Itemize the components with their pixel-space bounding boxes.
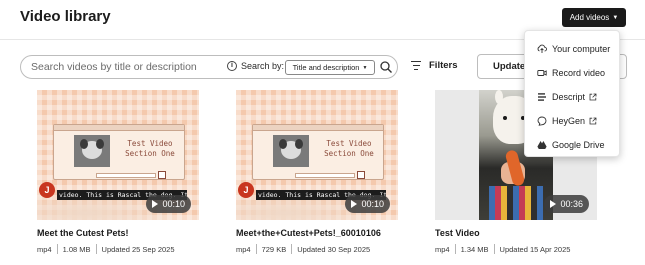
search-by: i Search by: bbox=[227, 61, 284, 71]
search-by-label: Search by: bbox=[241, 61, 285, 71]
video-meta: mp4 1.34 MB Updated 15 Apr 2025 bbox=[435, 244, 597, 254]
play-icon bbox=[152, 200, 159, 208]
video-title[interactable]: Meet the Cutest Pets! bbox=[37, 228, 199, 238]
play-icon bbox=[351, 200, 358, 208]
filter-icon bbox=[411, 61, 421, 70]
external-link-icon bbox=[589, 93, 597, 101]
external-link-icon bbox=[589, 117, 597, 125]
video-thumbnail[interactable]: Test Video Section One video. This is Ra… bbox=[236, 90, 398, 220]
search-placeholder: Search videos by title or description bbox=[31, 61, 197, 73]
search-by-value: Title and description bbox=[292, 63, 360, 72]
menu-item-label: Record video bbox=[552, 68, 606, 78]
menu-item-label: Descript bbox=[552, 92, 586, 102]
search-by-select[interactable]: Title and description ▼ bbox=[285, 60, 375, 75]
add-videos-button[interactable]: Add videos ▼ bbox=[562, 8, 626, 27]
slide-title: Test Video Section One bbox=[125, 139, 175, 158]
video-camera-icon bbox=[537, 70, 547, 76]
video-size: 729 KB bbox=[261, 244, 287, 254]
menu-item-your-computer[interactable]: Your computer bbox=[525, 37, 619, 61]
upload-icon bbox=[537, 44, 547, 53]
filters-label: Filters bbox=[429, 60, 458, 71]
dog-photo bbox=[273, 135, 309, 167]
video-format: mp4 bbox=[435, 244, 450, 254]
google-drive-icon bbox=[537, 141, 547, 149]
menu-item-label: HeyGen bbox=[552, 116, 586, 126]
slide-window: Test Video Section One bbox=[252, 124, 384, 180]
duration-badge: 00:10 bbox=[146, 195, 191, 213]
duration-label: 00:36 bbox=[560, 199, 583, 209]
duration-label: 00:10 bbox=[361, 199, 384, 209]
chevron-down-icon: ▼ bbox=[362, 64, 368, 71]
video-size: 1.34 MB bbox=[460, 244, 489, 254]
video-meta: mp4 729 KB Updated 30 Sep 2025 bbox=[236, 244, 398, 254]
play-icon bbox=[550, 200, 557, 208]
slide-title: Test Video Section One bbox=[324, 139, 374, 158]
info-icon[interactable]: i bbox=[227, 61, 237, 71]
video-title[interactable]: Meet+the+Cutest+Pets!_60010106 bbox=[236, 228, 398, 238]
video-updated: Updated 25 Sep 2025 bbox=[101, 244, 175, 254]
menu-item-label: Your computer bbox=[552, 44, 611, 54]
video-size: 1.08 MB bbox=[62, 244, 91, 254]
chevron-down-icon: ▼ bbox=[612, 14, 619, 21]
video-updated: Updated 30 Sep 2025 bbox=[297, 244, 371, 254]
page-title: Video library bbox=[20, 8, 111, 25]
menu-item-label: Google Drive bbox=[552, 140, 605, 150]
video-title[interactable]: Test Video bbox=[435, 228, 597, 238]
duration-badge: 00:36 bbox=[544, 195, 589, 213]
video-thumbnail[interactable]: Test Video Section One video. This is Ra… bbox=[37, 90, 199, 220]
menu-item-google-drive[interactable]: Google Drive bbox=[525, 133, 619, 157]
search-icon[interactable] bbox=[379, 60, 393, 74]
avatar: J bbox=[238, 182, 254, 198]
heygen-icon bbox=[537, 116, 547, 126]
video-card[interactable]: Test Video Section One video. This is Ra… bbox=[37, 90, 199, 254]
slide-window: Test Video Section One bbox=[53, 124, 185, 180]
dog-photo bbox=[74, 135, 110, 167]
video-updated: Updated 15 Apr 2025 bbox=[499, 244, 571, 254]
search-input[interactable]: Search videos by title or description i … bbox=[20, 55, 398, 79]
video-meta: mp4 1.08 MB Updated 25 Sep 2025 bbox=[37, 244, 199, 254]
video-card[interactable]: Test Video Section One video. This is Ra… bbox=[236, 90, 398, 254]
avatar: J bbox=[39, 182, 55, 198]
menu-item-heygen[interactable]: HeyGen bbox=[525, 109, 619, 133]
video-format: mp4 bbox=[37, 244, 52, 254]
duration-label: 00:10 bbox=[162, 199, 185, 209]
descript-icon bbox=[538, 93, 546, 101]
add-videos-menu: Your computer Record video Descript HeyG… bbox=[524, 30, 620, 157]
filters-button[interactable]: Filters bbox=[411, 60, 458, 71]
duration-badge: 00:10 bbox=[345, 195, 390, 213]
video-format: mp4 bbox=[236, 244, 251, 254]
menu-item-descript[interactable]: Descript bbox=[525, 85, 619, 109]
menu-item-record-video[interactable]: Record video bbox=[525, 61, 619, 85]
add-videos-label: Add videos bbox=[569, 13, 610, 22]
